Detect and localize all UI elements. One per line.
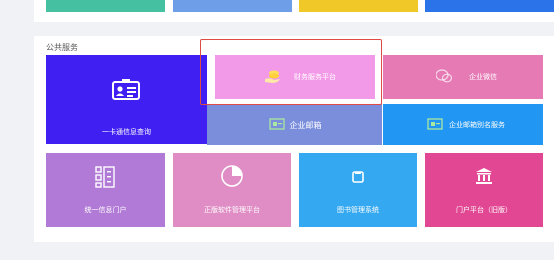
- tile-mail-alias-label: 企业邮箱别名服务: [449, 122, 505, 129]
- tile-card-query[interactable]: 一卡通信息查询: [46, 55, 207, 144]
- tile-enterprise-mail[interactable]: 企业邮箱: [207, 104, 382, 145]
- tile-card-query-label: 一卡通信息查询: [102, 129, 151, 136]
- top-tile-4[interactable]: [425, 0, 554, 12]
- section-title: 公共服务: [46, 43, 78, 52]
- top-tile-1[interactable]: [46, 0, 165, 12]
- tile-enterprise-wechat[interactable]: 企业微信: [383, 55, 543, 99]
- tile-library[interactable]: 图书管理系统: [299, 153, 417, 227]
- mail-alias-icon: [427, 118, 443, 130]
- tile-software-label: 正版软件管理平台: [204, 207, 260, 214]
- tile-enterprise-mail-label: 企业邮箱: [289, 121, 322, 130]
- id-card-icon: [110, 78, 142, 102]
- tile-portal-old-label: 门户平台（旧版）: [456, 207, 512, 214]
- tile-portal-label: 统一信息门户: [84, 207, 127, 214]
- building-icon: [475, 167, 493, 185]
- tile-enterprise-wechat-label: 企业微信: [469, 74, 497, 81]
- tile-mail-alias[interactable]: 企业邮箱别名服务: [383, 104, 543, 145]
- top-tile-3[interactable]: [299, 0, 418, 12]
- top-services-card: [34, 0, 554, 22]
- tile-portal-old[interactable]: 门户平台（旧版）: [425, 153, 543, 227]
- pie-icon: [220, 164, 244, 188]
- top-tile-2[interactable]: [173, 0, 292, 12]
- tile-library-label: 图书管理系统: [337, 207, 379, 214]
- book-icon: [350, 169, 366, 185]
- grid-icon: [94, 165, 116, 189]
- tile-finance-label: 财务服务平台: [294, 74, 336, 81]
- tile-software[interactable]: 正版软件管理平台: [173, 153, 291, 227]
- tile-portal[interactable]: 统一信息门户: [46, 153, 165, 227]
- tile-finance[interactable]: 财务服务平台: [215, 55, 375, 99]
